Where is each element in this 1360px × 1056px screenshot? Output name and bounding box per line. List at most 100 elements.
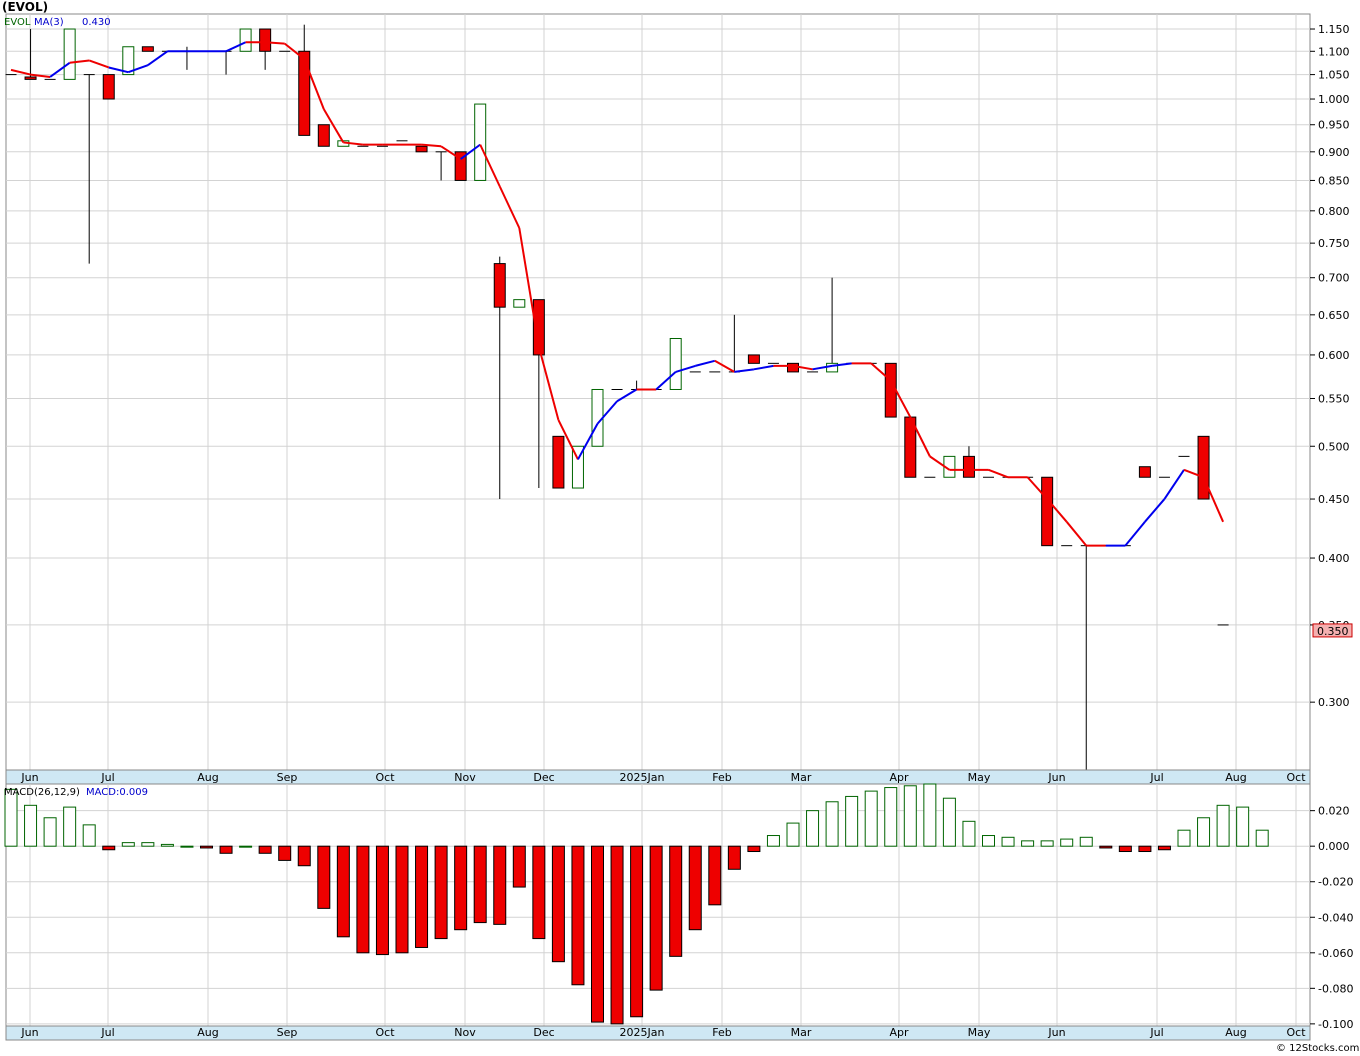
price-tick-label: 0.950 [1318,119,1350,132]
macd-bar [1157,845,1171,851]
month-label: Aug [197,771,218,784]
candle-body [552,435,565,489]
month-label: Feb [712,1026,731,1039]
macd-bar [63,806,77,847]
month-label: Jul [100,1026,114,1039]
macd-bar [1118,845,1132,853]
macd-bar [708,845,722,906]
month-label: Mar [791,1026,812,1039]
macd-bar [434,845,448,940]
macd-bar [1255,829,1269,847]
macd-bar [1138,845,1152,853]
candle-body [141,46,154,52]
candle-body [239,28,252,52]
macd-bar [688,845,702,931]
macd-bar [747,845,761,853]
candle-body [1138,466,1151,478]
month-label: Aug [1225,771,1246,784]
month-label: Dec [533,771,554,784]
month-label: Mar [791,771,812,784]
candle-body [102,74,115,100]
price-tick-label: 1.000 [1318,93,1350,106]
month-label: Oct [1286,1026,1306,1039]
macd-bar [82,824,96,847]
price-tick-label: 1.150 [1318,23,1350,36]
price-tick-label: 1.100 [1318,45,1350,58]
month-label: Jun [20,1026,38,1039]
macd-y-axis: 0.020 0.000 -0.020 -0.040 -0.060 -0.080 -0.100 [1310,805,1353,1031]
ticker-label: EVOL [4,17,31,28]
macd-bar [102,845,116,851]
macd-bar [551,845,565,963]
candle-body [24,76,37,80]
price-tick-label: 0.450 [1318,493,1350,506]
month-label: Aug [1225,1026,1246,1039]
macd-bar [942,797,956,847]
macd-bar [1001,836,1015,847]
month-label: Jun [20,771,38,784]
price-tick-label: 0.650 [1318,309,1350,322]
price-tick-label: 0.900 [1318,146,1350,159]
footer-credit: © 12Stocks.com [1276,1043,1359,1054]
macd-bar [1040,840,1054,847]
macd-bar [591,845,604,1023]
macd-bar [395,845,409,954]
month-label: Jul [1149,1026,1163,1039]
macd-bar [766,835,780,847]
macd-bar [630,845,644,1018]
macd-bar [1216,804,1230,847]
month-label: Dec [533,1026,554,1039]
macd-bar [493,845,507,925]
candle-body [962,455,975,478]
macd-bar [317,845,331,909]
candle-body [63,28,76,80]
candle-body [1041,476,1054,547]
macd-bar [180,845,194,848]
price-tick-label: 0.850 [1318,174,1350,187]
macd-bar [1079,836,1093,847]
macd-tick-label: -0.040 [1318,911,1353,924]
month-label: May [968,1026,991,1039]
macd-bar [141,842,155,847]
candle-body [474,103,487,181]
macd-bar [336,845,350,938]
macd-bar [258,845,272,854]
macd-bar [297,845,311,867]
macd-bar [669,845,683,957]
candle-body [298,50,311,136]
candle-body [317,124,330,147]
macd-bar [1099,845,1113,849]
month-label: Jul [100,771,114,784]
price-tick-label: 0.500 [1318,440,1350,453]
macd-bar [415,845,429,948]
macd-bar [825,801,839,847]
macd-bar [473,845,487,924]
price-tick-label: 0.700 [1318,272,1350,285]
month-label: Oct [1286,771,1306,784]
macd-bar [160,843,174,847]
month-label: 2025Jan [620,1026,665,1039]
macd-bar [806,810,820,847]
month-label: Jun [1047,771,1065,784]
month-label: Nov [454,1026,476,1039]
price-tick-label: 0.300 [1318,696,1350,709]
macd-bar [571,845,585,986]
candle-body [1197,435,1210,500]
price-tick-label: 0.400 [1318,552,1350,565]
candle-body [884,362,897,418]
macd-bar [24,804,38,847]
price-tick-label: 0.800 [1318,205,1350,218]
macd-title: MACD(26,12,9) [4,787,80,798]
macd-bar [219,845,233,854]
macd-bar [982,835,995,847]
month-label: Oct [375,771,395,784]
macd-bar [923,783,937,847]
macd-bar [532,845,546,940]
month-label: Sep [277,771,298,784]
macd-bar [727,845,741,870]
stock-chart: 0.300 0.350 0.400 0.450 0.500 0.550 0.600 0.650… [2,0,1359,1054]
month-label: Feb [712,771,731,784]
macd-tick-label: 0.020 [1318,805,1350,818]
macd-bar [1177,829,1191,847]
macd-value: MACD:0.009 [86,787,148,798]
